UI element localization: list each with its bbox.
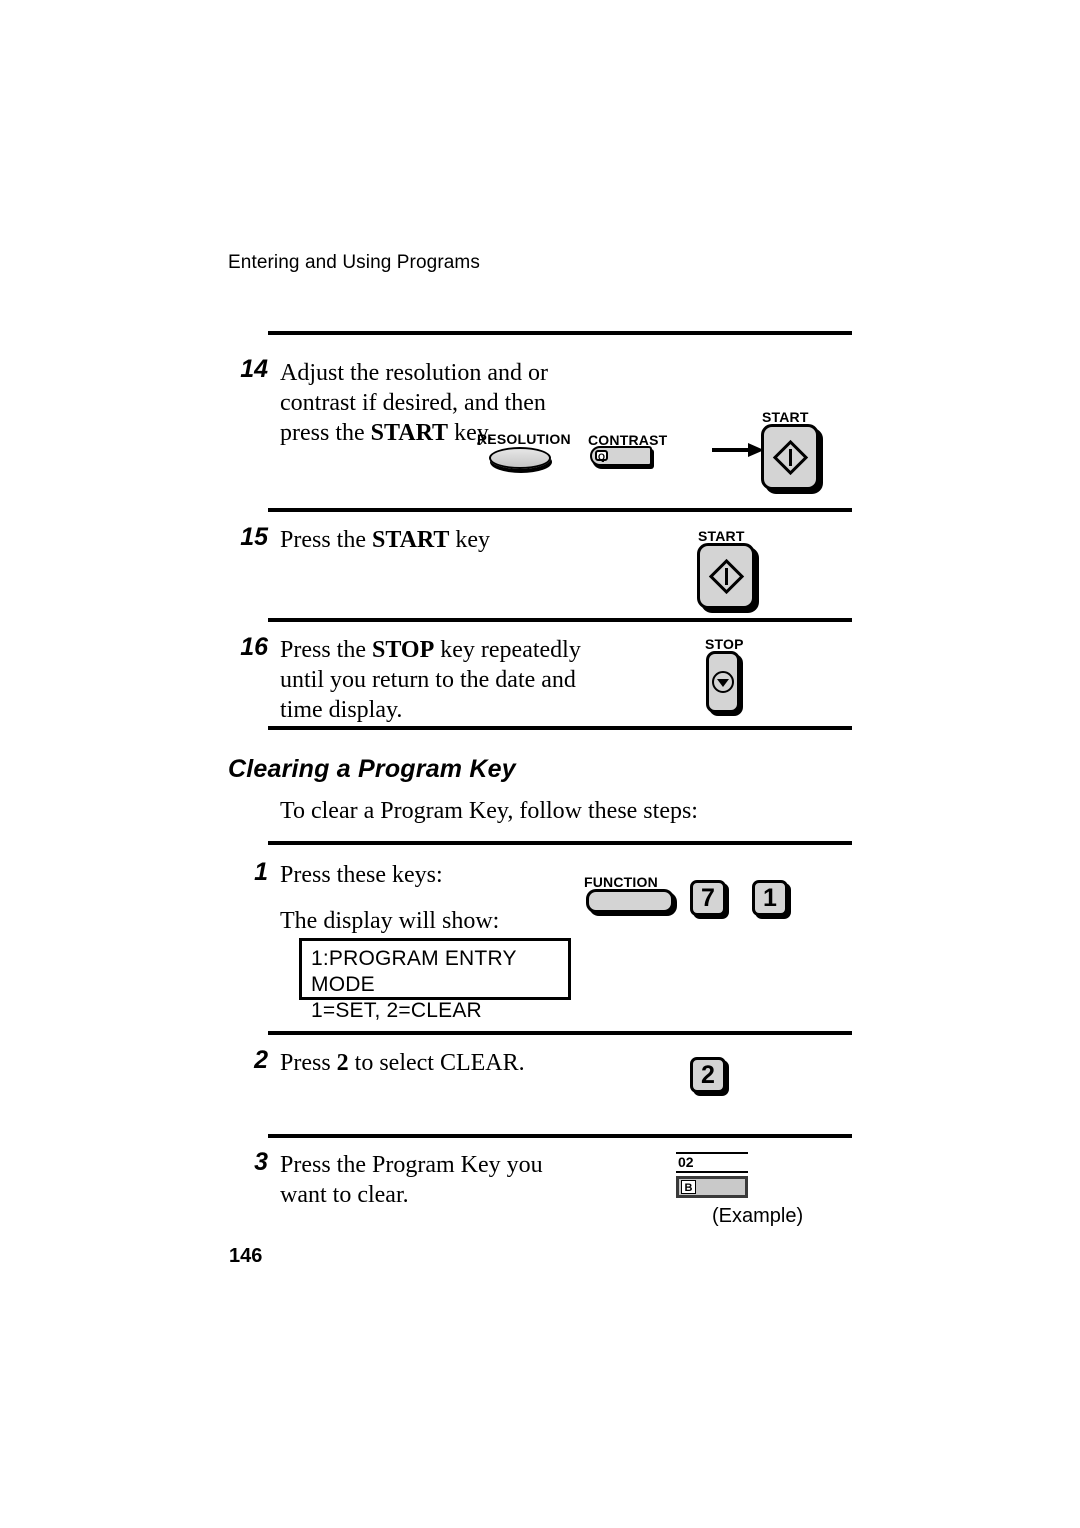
clear-step-number-1: 1 — [254, 858, 268, 886]
step-16-line: Press the STOP key repeatedly until you … — [280, 637, 581, 723]
step-number-16: 16 — [240, 633, 268, 661]
magnifier-q-icon: Q — [595, 450, 608, 462]
divider-rule — [268, 331, 852, 335]
divider-rule — [268, 508, 852, 512]
clear-step-1-secondary-text: The display will show: — [280, 908, 500, 934]
start-key-step15[interactable] — [697, 543, 755, 609]
contrast-key[interactable]: Q — [590, 446, 652, 466]
stop-key[interactable] — [706, 651, 740, 713]
running-header: Entering and Using Programs — [228, 252, 480, 273]
lcd-line-2: 1=SET, 2=CLEAR — [311, 999, 482, 1022]
clear-step-text-3: Press the Program Key you want to clear. — [280, 1152, 543, 1208]
step-number-15: 15 — [240, 523, 268, 551]
resolution-key[interactable] — [489, 447, 551, 469]
step-number-14: 14 — [240, 355, 268, 383]
arrow-right-icon — [712, 443, 764, 457]
clear-step-2-line: Press 2 to select CLEAR. — [280, 1050, 525, 1076]
document-page: Entering and Using Programs 14 Adjust th… — [0, 0, 1080, 1528]
stop-key-label: STOP — [705, 636, 744, 652]
clear-step-number-2: 2 — [254, 1046, 268, 1074]
section-intro-text: To clear a Program Key, follow these ste… — [280, 798, 698, 824]
program-key-example: 02 B — [676, 1152, 748, 1198]
page-number: 146 — [229, 1245, 263, 1267]
divider-rule — [268, 841, 852, 845]
numeric-key-2[interactable]: 2 — [690, 1057, 726, 1093]
section-heading: Clearing a Program Key — [228, 755, 516, 783]
stop-triangle-icon — [717, 679, 729, 687]
numeric-key-1[interactable]: 1 — [752, 880, 788, 916]
clear-step-number-3: 3 — [254, 1148, 268, 1176]
start-key-label-step14: START — [762, 409, 809, 425]
clear-step-text-2: Press 2 to select CLEAR. — [280, 1048, 660, 1078]
program-key-number: 02 — [678, 1154, 694, 1170]
start-diamond-bar-icon — [724, 567, 728, 585]
step-text-16: Press the STOP key repeatedly until you … — [280, 635, 610, 725]
function-key-label: FUNCTION — [584, 874, 658, 890]
divider-rule — [268, 1031, 852, 1035]
start-diamond-bar-icon — [788, 448, 792, 466]
clear-step-text-1: Press these keys: — [280, 862, 443, 888]
step-15-line: Press the START key — [280, 527, 491, 553]
function-key[interactable] — [586, 889, 674, 913]
start-key-step14[interactable] — [761, 424, 819, 490]
lcd-display: 1:PROGRAM ENTRY MODE 1=SET, 2=CLEAR — [299, 938, 571, 1022]
example-caption: (Example) — [712, 1205, 804, 1227]
step-text-15: Press the START key — [280, 525, 660, 555]
divider-rule — [268, 726, 852, 730]
resolution-key-label: RESOLUTION — [477, 431, 571, 447]
divider-rule — [268, 618, 852, 622]
program-key-button[interactable]: B — [676, 1176, 748, 1198]
program-key-letter: B — [681, 1180, 696, 1194]
start-key-label-step15: START — [698, 528, 745, 544]
lcd-line-1: 1:PROGRAM ENTRY MODE — [311, 947, 517, 996]
program-key-mid-rule — [676, 1171, 748, 1173]
numeric-key-7[interactable]: 7 — [690, 880, 726, 916]
divider-rule — [268, 1134, 852, 1138]
